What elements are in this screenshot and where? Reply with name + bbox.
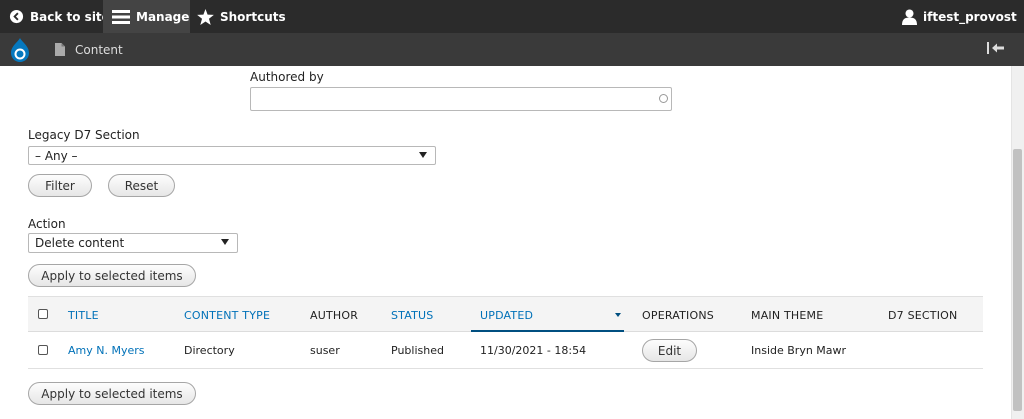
shortcuts-tab[interactable]: Shortcuts — [197, 0, 286, 33]
manage-tab[interactable]: Manage — [103, 0, 190, 33]
select-all-checkbox[interactable] — [38, 309, 48, 319]
filter-button[interactable]: Filter — [28, 174, 92, 197]
star-icon — [197, 8, 214, 25]
legacy-section-label: Legacy D7 Section — [28, 128, 140, 142]
row-main-theme: Inside Bryn Mawr — [751, 344, 847, 357]
header-updated[interactable]: UPDATED — [480, 309, 533, 322]
action-label: Action — [28, 217, 66, 231]
content-link[interactable]: Content — [55, 33, 123, 66]
dropdown-arrow-icon — [221, 239, 229, 245]
admin-toolbar: Back to site Manage Shortcuts iftest_pro… — [0, 0, 1024, 33]
row-author: suser — [310, 344, 340, 357]
authored-by-label: Authored by — [250, 70, 324, 84]
legacy-section-value: – Any – — [35, 148, 78, 163]
user-icon — [902, 9, 917, 25]
header-operations: OPERATIONS — [642, 309, 714, 322]
table-row: Amy N. Myers Directory suser Published 1… — [28, 332, 983, 369]
document-icon — [55, 43, 65, 56]
row-status: Published — [391, 344, 444, 357]
collapse-toolbar-icon[interactable] — [987, 42, 1004, 54]
authored-by-input[interactable] — [250, 87, 672, 111]
table-header: TITLE CONTENT TYPE AUTHOR STATUS UPDATED… — [28, 296, 983, 332]
header-status[interactable]: STATUS — [391, 309, 433, 322]
apply-selected-button-top[interactable]: Apply to selected items — [28, 264, 196, 287]
back-to-site-link[interactable]: Back to site — [9, 0, 110, 33]
row-checkbox[interactable] — [38, 345, 48, 355]
action-value: Delete content — [35, 236, 125, 250]
content-label: Content — [75, 42, 123, 57]
hamburger-icon — [112, 9, 130, 24]
shortcuts-label: Shortcuts — [220, 9, 286, 24]
row-title-link[interactable]: Amy N. Myers — [68, 344, 145, 357]
action-select[interactable]: Delete content — [28, 233, 238, 253]
dropdown-arrow-icon — [419, 152, 427, 158]
header-content-type[interactable]: CONTENT TYPE — [184, 309, 270, 322]
header-d7-section: D7 SECTION — [888, 309, 958, 322]
back-to-site-label: Back to site — [30, 9, 110, 24]
secondary-toolbar: Content — [0, 33, 1024, 66]
header-main-theme: MAIN THEME — [751, 309, 824, 322]
edit-button[interactable]: Edit — [642, 339, 697, 362]
autocomplete-icon — [659, 94, 668, 103]
header-title[interactable]: TITLE — [68, 309, 99, 322]
back-arrow-icon — [9, 9, 24, 24]
manage-label: Manage — [136, 9, 190, 24]
user-name: iftest_provost — [923, 9, 1017, 24]
legacy-section-select[interactable]: – Any – — [28, 146, 436, 165]
row-content-type: Directory — [184, 344, 235, 357]
row-updated: 11/30/2021 - 18:54 — [480, 344, 587, 357]
scrollbar-thumb[interactable] — [1013, 149, 1022, 411]
sort-desc-icon — [615, 313, 621, 317]
drupal-logo-icon[interactable] — [9, 38, 31, 62]
header-author: AUTHOR — [310, 309, 359, 322]
apply-selected-button-bottom[interactable]: Apply to selected items — [28, 382, 196, 405]
reset-button[interactable]: Reset — [108, 174, 175, 197]
user-menu[interactable]: iftest_provost — [902, 0, 1017, 33]
